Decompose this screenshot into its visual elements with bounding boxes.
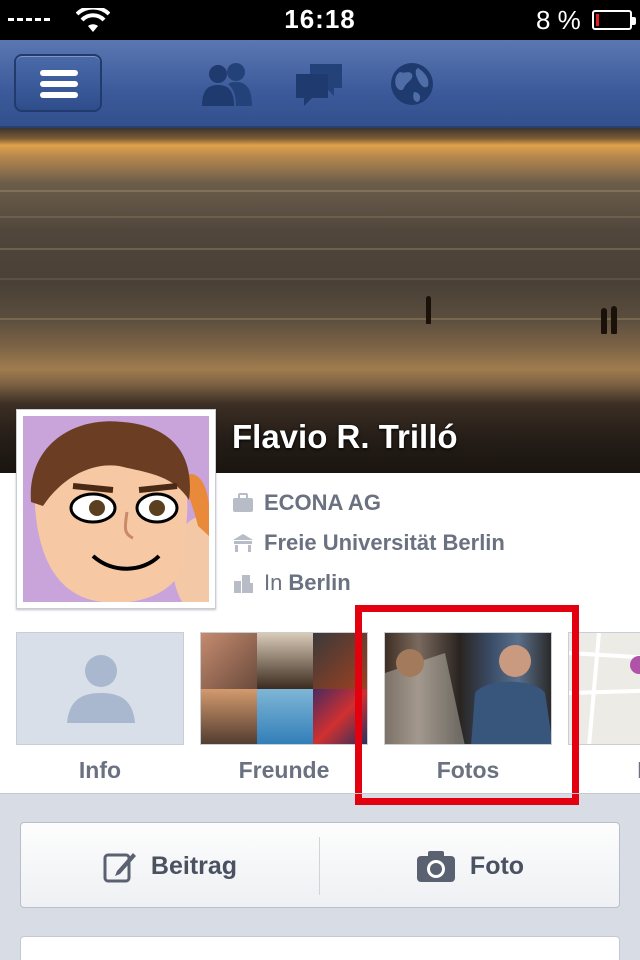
profile-picture[interactable]: [16, 409, 216, 609]
battery-level: [596, 14, 599, 26]
post-status-label: Beitrag: [150, 851, 238, 880]
nav-bar: [0, 40, 640, 128]
location-prefix: In: [264, 570, 283, 595]
location-city[interactable]: Berlin: [288, 570, 350, 596]
school-icon: [233, 534, 253, 552]
section-divider: [0, 793, 640, 794]
menu-button[interactable]: [14, 54, 102, 112]
edit-icon: [103, 853, 136, 883]
status-bar: 16:18 8 %: [0, 0, 640, 40]
friends-photo-grid: [201, 633, 367, 744]
battery-icon: [592, 10, 636, 30]
info-tile[interactable]: [16, 632, 184, 745]
friends-tile[interactable]: [200, 632, 368, 745]
education-row: Freie Universität Berlin: [232, 530, 505, 556]
facebook-profile-screen: 16:18 8 % Flavio R. Trilló ECONA AG Frei…: [0, 0, 640, 960]
work-row: ECONA AG: [232, 490, 381, 516]
camera-icon: [416, 851, 455, 882]
person-placeholder-icon: [67, 655, 135, 723]
briefcase-icon: [233, 493, 253, 512]
cartoon-avatar-image: [23, 416, 209, 602]
post-photo-label: Foto: [469, 851, 525, 880]
post-photo-button[interactable]: Foto: [320, 823, 620, 909]
notifications-globe-icon[interactable]: [388, 60, 436, 108]
newsfeed-card-top: [20, 936, 620, 960]
messages-icon[interactable]: [294, 60, 346, 108]
highlight-annotation-box: [355, 605, 579, 805]
education-school[interactable]: Freie Universität Berlin: [264, 530, 505, 556]
info-tile-label: Info: [78, 757, 122, 783]
location-row: In Berlin: [232, 570, 351, 596]
post-status-button[interactable]: Beitrag: [21, 823, 319, 909]
map-preview-image: [569, 633, 640, 744]
city-icon: [234, 575, 253, 593]
profile-name: Flavio R. Trilló: [232, 418, 458, 455]
friends-tile-label: Freunde: [238, 757, 330, 783]
friend-requests-icon[interactable]: [198, 60, 256, 108]
composer-actions: Beitrag Foto: [20, 822, 620, 908]
work-employer[interactable]: ECONA AG: [264, 490, 381, 516]
battery-percent: 8 %: [536, 5, 581, 35]
